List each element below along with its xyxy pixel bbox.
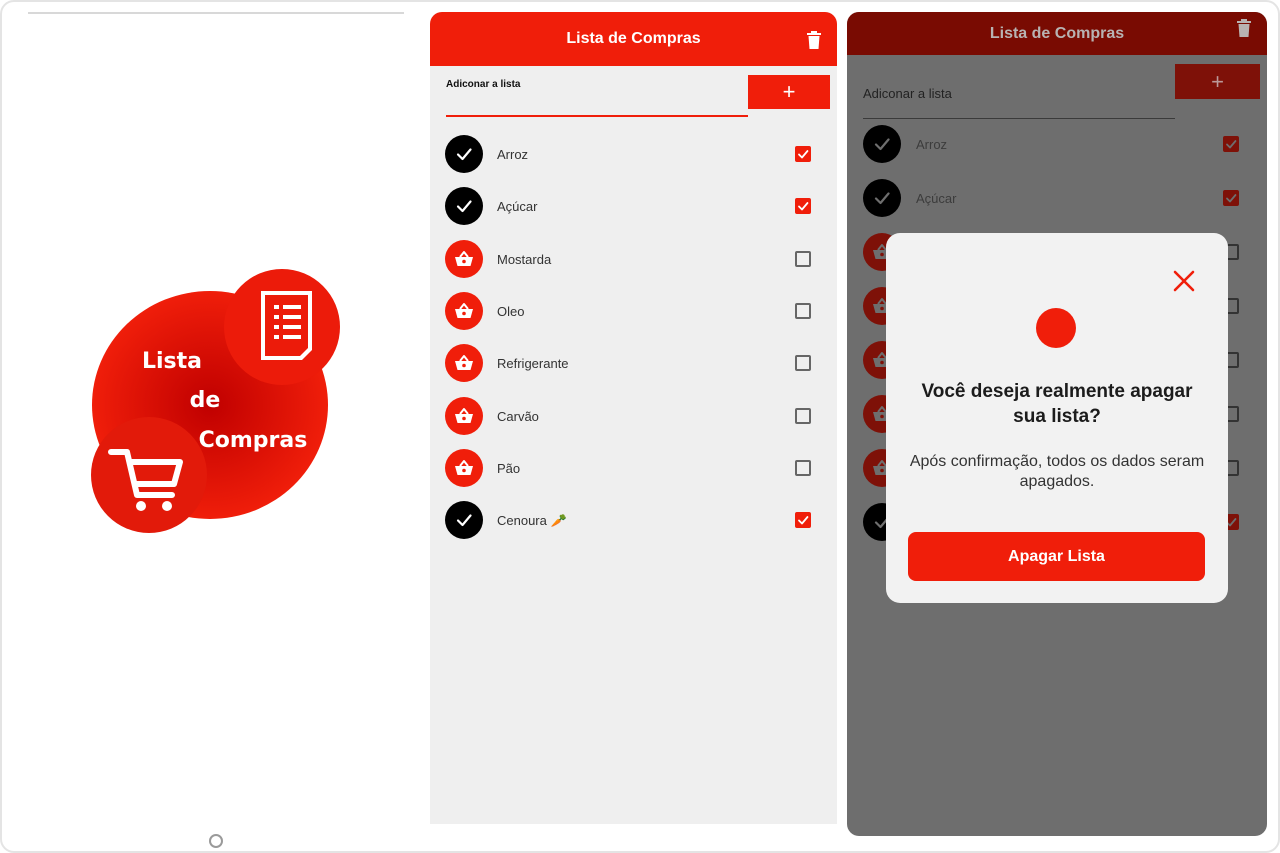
add-input-label: Adiconar a lista — [863, 86, 952, 101]
add-item-button[interactable]: + — [748, 75, 830, 109]
check-icon — [445, 501, 483, 540]
app-logo: Lista de Compras — [91, 269, 340, 533]
basket-icon — [445, 344, 483, 383]
item-label: Mostarda — [497, 251, 552, 267]
trash-icon[interactable] — [807, 31, 821, 49]
item-label: Carvão — [497, 408, 539, 424]
dialog-screen: Lista de Compras Adiconar a lista + Arro… — [847, 12, 1267, 836]
plus-icon: + — [782, 79, 796, 104]
item-checkbox[interactable] — [795, 198, 811, 215]
item-checkbox[interactable] — [795, 355, 811, 372]
add-input-label: Adiconar a lista — [446, 79, 521, 90]
item-label: Arroz — [916, 137, 948, 152]
logo-text-compras: Compras — [199, 428, 308, 453]
basket-icon — [445, 239, 483, 278]
item-checkbox[interactable] — [795, 146, 811, 162]
item-label: Oleo — [497, 303, 525, 319]
add-item-input[interactable] — [446, 115, 748, 117]
document-icon — [261, 291, 312, 360]
list-item[interactable]: Pão — [445, 448, 825, 488]
app-bar: Lista de Compras — [430, 12, 837, 66]
list-item[interactable]: Oleo — [445, 291, 825, 331]
add-item-input — [863, 118, 1175, 119]
logo-text-lista: Lista — [142, 349, 202, 374]
check-icon — [863, 179, 901, 217]
check-icon — [863, 125, 901, 163]
list-item[interactable]: Arroz — [445, 134, 825, 174]
item-checkbox — [1223, 190, 1239, 206]
list-item[interactable]: Refrigerante — [445, 343, 825, 383]
list-item[interactable]: Cenoura 🥕 — [445, 500, 825, 540]
alert-dot-icon — [1036, 308, 1076, 348]
check-icon — [445, 187, 483, 226]
item-checkbox[interactable] — [795, 302, 811, 319]
list-screen: Lista de Compras Adiconar a lista + Arro… — [430, 12, 837, 824]
item-checkbox[interactable] — [795, 250, 811, 267]
plus-icon: + — [1211, 68, 1224, 94]
list-item[interactable]: Carvão — [445, 396, 825, 436]
item-checkbox[interactable] — [795, 407, 811, 424]
dialog-title: Você deseja realmente apagar sua lista? — [921, 381, 1193, 427]
basket-icon — [445, 396, 483, 435]
app-title: Lista de Compras — [566, 30, 701, 47]
close-icon[interactable] — [1172, 269, 1196, 293]
splash-screen: Lista de Compras — [14, 10, 416, 848]
list-item: Arroz — [863, 125, 1257, 163]
basket-icon — [445, 291, 483, 330]
home-nav-icon[interactable] — [209, 834, 223, 848]
trash-icon — [1237, 19, 1251, 37]
item-label: Arroz — [497, 147, 529, 162]
list-item[interactable]: Açúcar — [445, 186, 825, 226]
item-label: Pão — [497, 460, 521, 476]
basket-icon — [445, 448, 483, 487]
item-checkbox[interactable] — [795, 512, 811, 529]
list-item: Açúcar — [863, 179, 1257, 217]
item-label: Açúcar — [497, 199, 538, 215]
confirm-dialog: Você deseja realmente apagar sua lista? … — [886, 233, 1228, 603]
dialog-message: Após confirmação, todos os dados seram a… — [909, 453, 1205, 490]
confirm-delete-button[interactable]: Apagar Lista — [908, 532, 1205, 581]
list-item[interactable]: Mostarda — [445, 239, 825, 279]
item-label: Cenoura 🥕 — [497, 513, 567, 529]
app-bar-dimmed: Lista de Compras — [847, 12, 1267, 55]
app-title: Lista de Compras — [989, 24, 1125, 42]
item-checkbox[interactable] — [795, 459, 811, 476]
item-checkbox — [1223, 136, 1239, 152]
add-item-button: + — [1175, 64, 1260, 99]
item-label: Açúcar — [916, 191, 957, 206]
item-label: Refrigerante — [497, 356, 569, 372]
check-icon — [445, 135, 483, 173]
logo-text-de: de — [190, 388, 221, 413]
